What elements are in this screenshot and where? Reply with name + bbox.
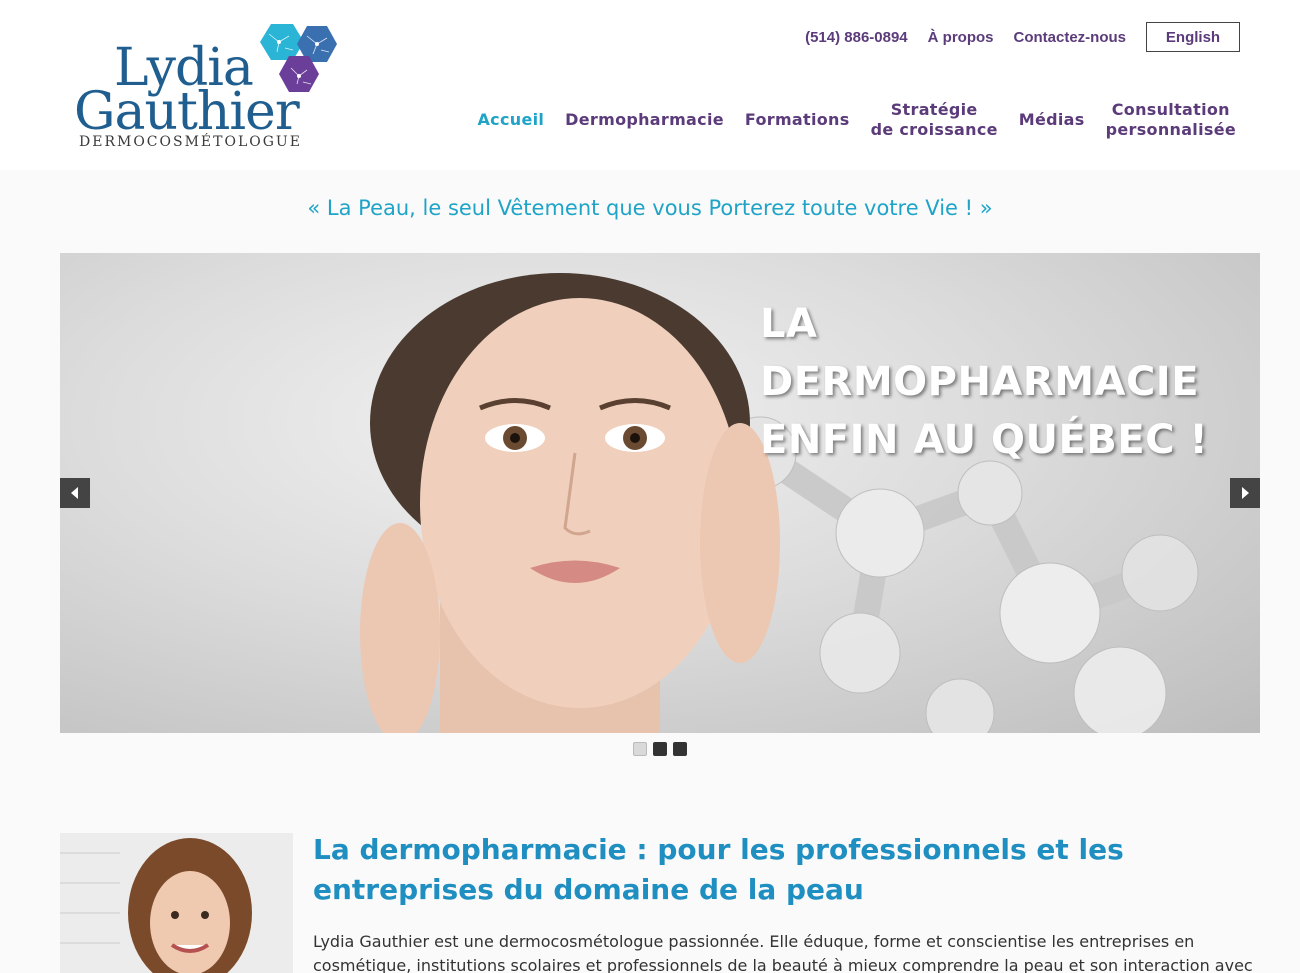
slide-headline-line1: LA DERMOPHARMACIE <box>760 301 1200 405</box>
portrait-image <box>60 833 293 973</box>
slider-pagination <box>633 742 687 756</box>
contact-link[interactable]: Contactez-nous <box>1014 29 1127 46</box>
nav-item-accueil[interactable]: Accueil <box>478 110 545 130</box>
main-navigation: Accueil Dermopharmacie Formations Straté… <box>478 100 1237 140</box>
site-tagline: « La Peau, le seul Vêtement que vous Por… <box>307 196 993 220</box>
nav-item-medias[interactable]: Médias <box>1019 110 1085 130</box>
site-logo[interactable]: Lydia Gauthier DERMOCOSMÉTOLOGUE <box>74 20 344 152</box>
phone-link[interactable]: (514) 886-0894 <box>805 29 908 46</box>
slider-prev-button[interactable] <box>60 478 90 508</box>
logo-subtitle: DERMOCOSMÉTOLOGUE <box>79 134 302 150</box>
about-link[interactable]: À propos <box>928 29 994 46</box>
intro-body: Lydia Gauthier est une dermocosmétologue… <box>313 932 1253 973</box>
slide-headline: LA DERMOPHARMACIE ENFIN AU QUÉBEC ! <box>760 295 1260 469</box>
face-illustration <box>360 273 780 733</box>
language-button[interactable]: English <box>1146 22 1240 52</box>
slider-dot-1[interactable] <box>633 742 647 756</box>
hero-slider: LA DERMOPHARMACIE ENFIN AU QUÉBEC ! <box>60 253 1260 733</box>
portrait-photo <box>60 833 293 973</box>
logo-last-name: Gauthier <box>74 82 300 142</box>
nav-item-formations[interactable]: Formations <box>745 110 850 130</box>
slider-dot-2[interactable] <box>653 742 667 756</box>
chevron-left-icon <box>71 487 78 499</box>
slider-dot-3[interactable] <box>673 742 687 756</box>
top-utility-bar: (514) 886-0894 À propos Contactez-nous E… <box>805 22 1240 52</box>
slider-next-button[interactable] <box>1230 478 1260 508</box>
intro-title: La dermopharmacie : pour les professionn… <box>313 833 1124 906</box>
chevron-right-icon <box>1242 487 1249 499</box>
site-header: Lydia Gauthier DERMOCOSMÉTOLOGUE (514) 8… <box>0 0 1300 170</box>
nav-item-strategie[interactable]: Stratégie de croissance <box>871 100 998 140</box>
nav-item-consultation[interactable]: Consultation personnalisée <box>1106 100 1236 140</box>
slide-headline-line2: ENFIN AU QUÉBEC ! <box>760 417 1209 463</box>
nav-item-dermopharmacie[interactable]: Dermopharmacie <box>565 110 724 130</box>
